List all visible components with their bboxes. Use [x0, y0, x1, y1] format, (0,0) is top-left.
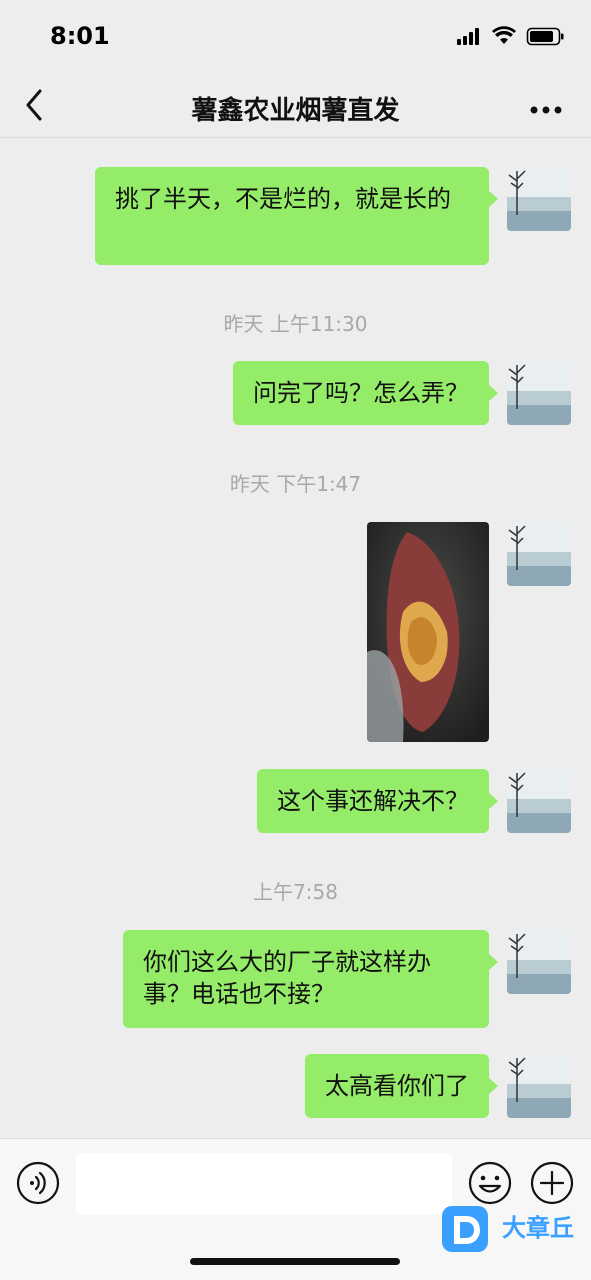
message-row: 问完了吗？怎么弄？: [233, 361, 571, 425]
smiley-icon: [468, 1161, 512, 1205]
battery-icon: [526, 27, 564, 46]
signal-icon: [457, 28, 479, 45]
timestamp: 昨天 上午11:30: [223, 312, 368, 336]
wifi-icon: [492, 26, 516, 44]
message-bubble[interactable]: 你们这么大的厂子就这样办事？电话也不接？: [123, 930, 498, 1028]
avatar[interactable]: [507, 522, 571, 586]
message-row: [367, 522, 571, 742]
plus-button[interactable]: [530, 1161, 574, 1205]
avatar[interactable]: [507, 930, 571, 994]
avatar[interactable]: [507, 361, 571, 425]
avatar[interactable]: [507, 1054, 571, 1118]
avatar[interactable]: [507, 167, 571, 231]
nav-bar: 薯鑫农业烟薯直发: [0, 72, 591, 138]
status-time: 8:01: [50, 22, 110, 50]
message-bubble[interactable]: 问完了吗？怎么弄？: [233, 361, 498, 425]
sweet-potato-photo[interactable]: [367, 522, 489, 742]
message-bubble[interactable]: 太高看你们了: [305, 1054, 498, 1118]
status-icons: [457, 26, 567, 50]
chat-title: 薯鑫农业烟薯直发: [191, 96, 400, 126]
message-row: 这个事还解决不？: [257, 769, 571, 833]
message-input[interactable]: [76, 1153, 452, 1215]
status-bar: 8:01: [0, 0, 591, 72]
message-row: 挑了半天，不是烂的，就是长的: [95, 167, 571, 265]
message-row: 太高看你们了: [305, 1054, 571, 1118]
home-indicator: [190, 1258, 400, 1265]
more-button[interactable]: [529, 100, 563, 114]
emoji-button[interactable]: [468, 1161, 512, 1205]
timestamp: 上午7:58: [253, 880, 338, 904]
watermark-text: 大章丘: [502, 1214, 574, 1242]
avatar[interactable]: [507, 769, 571, 833]
message-bubble[interactable]: 这个事还解决不？: [257, 769, 498, 833]
voice-button[interactable]: [16, 1161, 60, 1205]
plus-icon: [530, 1161, 574, 1205]
voice-icon: [16, 1161, 60, 1205]
message-row: 你们这么大的厂子就这样办事？电话也不接？: [123, 930, 571, 1028]
more-dots-icon: [530, 106, 562, 114]
message-bubble[interactable]: 挑了半天，不是烂的，就是长的: [95, 167, 498, 265]
timestamp: 昨天 下午1:47: [229, 472, 362, 496]
